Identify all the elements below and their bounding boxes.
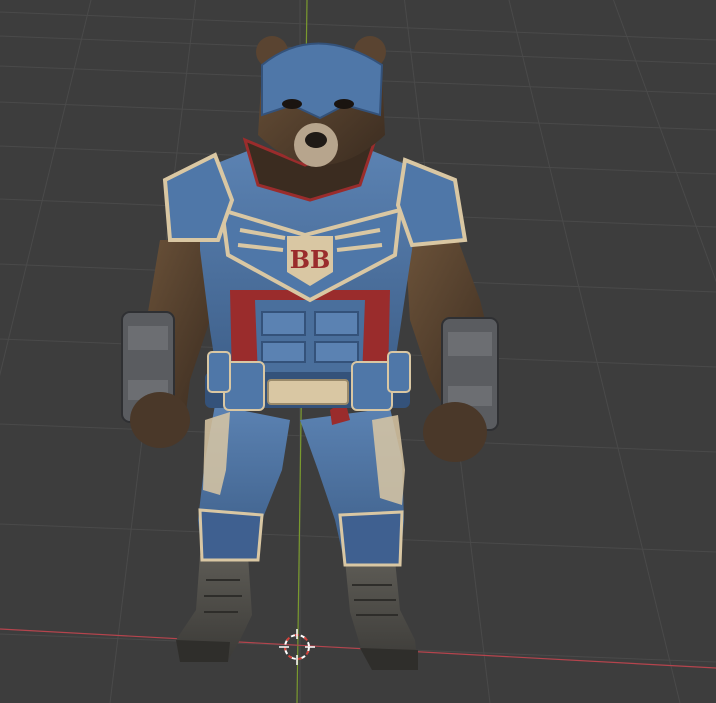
bear-head xyxy=(256,36,386,167)
left-shoulder-pad xyxy=(162,152,235,242)
left-fist xyxy=(130,392,190,448)
right-fist xyxy=(423,402,487,462)
hero-mask xyxy=(261,42,384,120)
3d-cursor-icon[interactable] xyxy=(279,629,315,665)
left-arm xyxy=(121,240,215,448)
bear-hero-model[interactable]: BB xyxy=(0,0,716,703)
right-arm xyxy=(405,240,499,462)
3d-viewport[interactable]: BB xyxy=(0,0,716,703)
right-shoulder-pad xyxy=(395,157,468,248)
right-boot xyxy=(345,560,418,670)
left-leg xyxy=(198,405,290,562)
right-leg xyxy=(300,400,405,567)
nose xyxy=(305,132,327,148)
chest-emblem-text: BB xyxy=(290,245,331,274)
left-boot xyxy=(176,555,252,662)
